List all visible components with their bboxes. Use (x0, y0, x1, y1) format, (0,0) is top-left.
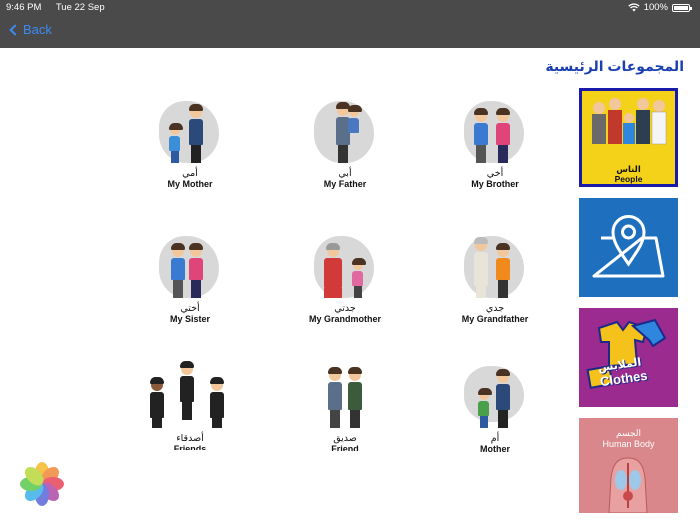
card-label-ar: أمي (182, 168, 198, 179)
mother-child-illustration (155, 95, 225, 169)
wifi-icon (628, 3, 640, 12)
status-date: Tue 22 Sep (55, 2, 105, 13)
mother-illustration (460, 360, 530, 434)
card-label-ar: أختي (180, 303, 200, 314)
card-label-en: My Grandfather (461, 314, 529, 324)
card-label-en: My Brother (471, 179, 519, 189)
card-mother[interactable]: أم Mother (435, 360, 555, 455)
father-child-illustration (310, 95, 380, 169)
card-friend[interactable]: صديق Friend (285, 360, 405, 455)
friend-illustration (310, 360, 380, 434)
status-bar-right: 100% (628, 2, 692, 13)
people-group-icon (592, 98, 667, 145)
body-label-en: Human Body (602, 439, 655, 449)
sister-illustration (155, 230, 225, 304)
sidebar-item-human-body[interactable]: الجسم Human Body (579, 418, 678, 513)
card-label-ar: جدتي (334, 303, 356, 314)
card-my-mother[interactable]: أمي My Mother (130, 95, 250, 205)
top-bar: 9:46 PM Tue 22 Sep 100% Back (0, 0, 700, 48)
section-title: المجموعات الرئيسية (545, 58, 684, 74)
chevron-left-icon (9, 23, 21, 36)
card-label-en: My Father (323, 179, 367, 189)
map-pin-icon (592, 215, 665, 278)
friends-illustration (140, 360, 240, 434)
card-label-ar: أصدقاء (176, 433, 204, 444)
category-sidebar: الناس People الملابس Clothes الجسم Human… (576, 88, 680, 525)
card-label-en: Friend (331, 444, 359, 451)
grandmother-illustration (310, 230, 380, 304)
card-label-ar: أم (490, 433, 500, 444)
card-my-grandmother[interactable]: جدتي My Grandmother (285, 230, 405, 340)
card-label-en: My Grandmother (308, 314, 381, 324)
card-label-ar: صديق (333, 433, 357, 444)
status-bar-left: 9:46 PM Tue 22 Sep (6, 2, 117, 13)
brother-illustration (460, 95, 530, 169)
card-my-father[interactable]: أبي My Father (285, 95, 405, 205)
battery-percent: 100% (643, 2, 668, 13)
card-friends[interactable]: أصدقاء Friends (130, 360, 250, 455)
category-grid: أمي My Mother أبي My Father أخي My Broth… (130, 95, 560, 455)
card-label-ar: أخي (486, 168, 504, 179)
card-label-ar: جدي (485, 303, 505, 314)
card-my-grandfather[interactable]: جدي My Grandfather (435, 230, 555, 340)
card-label-en: My Mother (167, 179, 213, 189)
card-my-brother[interactable]: أخي My Brother (435, 95, 555, 205)
status-time: 9:46 PM (6, 2, 42, 13)
photos-app-icon[interactable] (18, 460, 66, 508)
card-label-ar: أبي (338, 168, 352, 179)
sidebar-item-clothes[interactable]: الملابس Clothes (579, 308, 678, 407)
card-my-sister[interactable]: أختي My Sister (130, 230, 250, 340)
back-label: Back (23, 22, 52, 37)
sidebar-item-people[interactable]: الناس People (579, 88, 678, 187)
human-body-label: الجسم Human Body (579, 428, 678, 449)
body-label-ar: الجسم (615, 428, 642, 438)
card-label-en: Mother (480, 444, 510, 454)
card-label-en: My Sister (169, 314, 211, 324)
back-button[interactable]: Back (8, 22, 52, 37)
card-label-en: Friends (173, 444, 207, 450)
grandfather-illustration (460, 230, 530, 304)
people-label-en: People (614, 174, 643, 184)
sidebar-item-places[interactable] (579, 198, 678, 297)
battery-icon (672, 3, 692, 12)
